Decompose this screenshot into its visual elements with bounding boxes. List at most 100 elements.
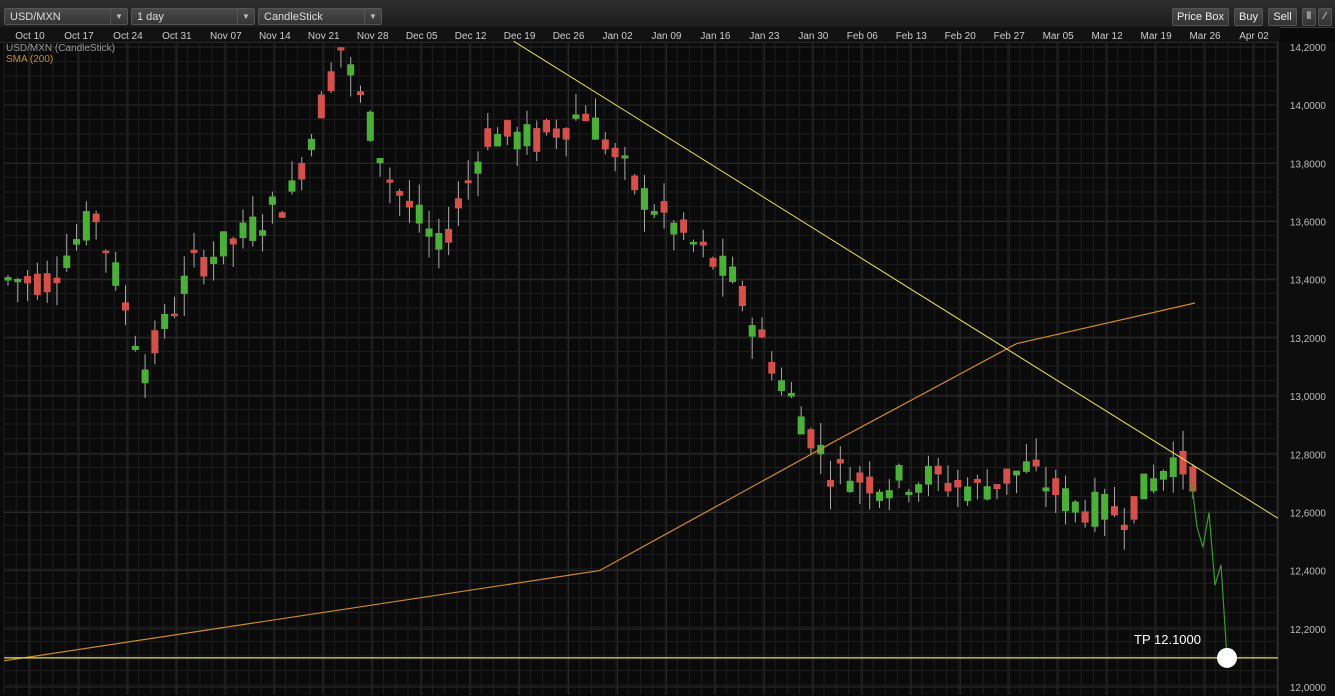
y-tick-label: 13,4000 xyxy=(1290,276,1327,287)
candle-body xyxy=(719,255,727,276)
chevron-down-icon: ▼ xyxy=(237,9,254,24)
interval-select[interactable]: 1 day ▼ xyxy=(131,8,255,25)
y-tick-label: 12,2000 xyxy=(1290,625,1327,636)
candle-body xyxy=(464,180,472,184)
candle-body xyxy=(1013,470,1021,476)
x-tick-label: Nov 07 xyxy=(210,31,242,42)
candle-body xyxy=(915,484,923,493)
candle-body xyxy=(1179,450,1187,475)
x-tick-label: Feb 06 xyxy=(847,31,879,42)
candle-body xyxy=(748,325,756,337)
candle-body xyxy=(396,190,404,196)
draw-line-icon[interactable]: ⁄ xyxy=(1318,8,1332,26)
y-tick-label: 12,6000 xyxy=(1290,508,1327,519)
chart-type-select[interactable]: CandleStick ▼ xyxy=(258,8,382,25)
candle-body xyxy=(170,313,178,317)
x-tick-label: Jan 02 xyxy=(603,31,633,42)
candle-body xyxy=(513,131,521,150)
candle-body xyxy=(1091,491,1099,527)
candle-body xyxy=(856,472,864,483)
candle-body xyxy=(572,114,580,119)
candle-body xyxy=(63,255,71,268)
candle-body xyxy=(660,201,668,213)
x-tick-label: Jan 09 xyxy=(651,31,681,42)
candle-body xyxy=(24,276,32,284)
candle-body xyxy=(552,128,560,138)
x-tick-label: Apr 02 xyxy=(1239,31,1269,42)
symbol-label: USD/MXN xyxy=(10,11,61,23)
candle-body xyxy=(200,256,208,277)
buy-button[interactable]: Buy xyxy=(1234,8,1263,26)
candle-body xyxy=(670,222,678,235)
candle-body xyxy=(102,250,110,254)
candle-body xyxy=(699,241,707,246)
candle-body xyxy=(543,120,551,133)
candle-body xyxy=(376,158,384,164)
candle-body xyxy=(494,133,502,147)
candle-body xyxy=(1120,524,1128,530)
candle-body xyxy=(709,257,717,267)
candle-body xyxy=(141,369,149,384)
candle-body xyxy=(1022,461,1030,472)
candle-body xyxy=(621,155,629,159)
price-box-button[interactable]: Price Box xyxy=(1172,8,1229,26)
candle-body xyxy=(885,490,893,499)
date-axis-bar xyxy=(0,27,1280,43)
candle-body xyxy=(190,249,198,254)
candle-body xyxy=(1101,493,1109,520)
candle-body xyxy=(210,256,218,264)
candle-body xyxy=(53,277,61,284)
y-tick-label: 12,0000 xyxy=(1290,683,1327,694)
candle-body xyxy=(1003,468,1011,484)
candle-body xyxy=(503,120,511,137)
candle-body xyxy=(445,228,453,243)
candle-body xyxy=(611,147,619,158)
candle-body xyxy=(836,459,844,464)
candle-body xyxy=(1130,496,1138,520)
candle-body xyxy=(905,491,913,495)
candle-body xyxy=(1081,511,1089,523)
candle-body xyxy=(738,286,746,307)
candle-body xyxy=(1110,506,1118,516)
bar-style-icon[interactable]: ⦀ xyxy=(1302,8,1316,26)
candle-body xyxy=(1150,478,1158,492)
candle-body xyxy=(386,179,394,183)
candle-body xyxy=(425,228,433,237)
candle-body xyxy=(533,128,541,152)
candle-body xyxy=(474,161,482,174)
candle-body xyxy=(180,275,188,295)
candle-body xyxy=(4,277,12,281)
x-tick-label: Oct 31 xyxy=(162,31,192,42)
x-tick-label: Nov 28 xyxy=(357,31,389,42)
x-tick-label: Feb 20 xyxy=(945,31,977,42)
candle-body xyxy=(1032,459,1040,467)
candle-body xyxy=(768,361,776,374)
chevron-down-icon: ▼ xyxy=(364,9,381,24)
candle-body xyxy=(259,230,267,236)
symbol-select[interactable]: USD/MXN ▼ xyxy=(4,8,128,25)
x-tick-label: Mar 19 xyxy=(1141,31,1173,42)
interval-label: 1 day xyxy=(137,11,164,23)
candle-body xyxy=(807,429,815,449)
candle-body xyxy=(33,273,41,296)
candle-body xyxy=(82,211,90,241)
tp-target-marker xyxy=(1217,647,1237,668)
price-chart[interactable]: 12,0000 12,2000 12,4000 12,6000 12,8000 13,00… xyxy=(0,31,1335,696)
x-tick-label: Dec 12 xyxy=(455,31,487,42)
candle-body xyxy=(357,91,365,96)
candle-body xyxy=(43,273,51,293)
candle-body xyxy=(278,212,286,218)
candle-body xyxy=(317,94,325,119)
candle-body xyxy=(680,219,688,233)
y-tick-label: 14,0000 xyxy=(1290,101,1327,112)
candle-body xyxy=(562,128,570,140)
chevron-down-icon: ▼ xyxy=(110,9,127,24)
candle-body xyxy=(944,482,952,492)
x-tick-label: Mar 26 xyxy=(1189,31,1221,42)
sell-button[interactable]: Sell xyxy=(1268,8,1297,26)
candle-body xyxy=(954,480,962,488)
candle-body xyxy=(875,491,883,501)
candle-body xyxy=(415,204,423,224)
candle-body xyxy=(73,239,81,245)
projection-path xyxy=(1190,477,1228,658)
